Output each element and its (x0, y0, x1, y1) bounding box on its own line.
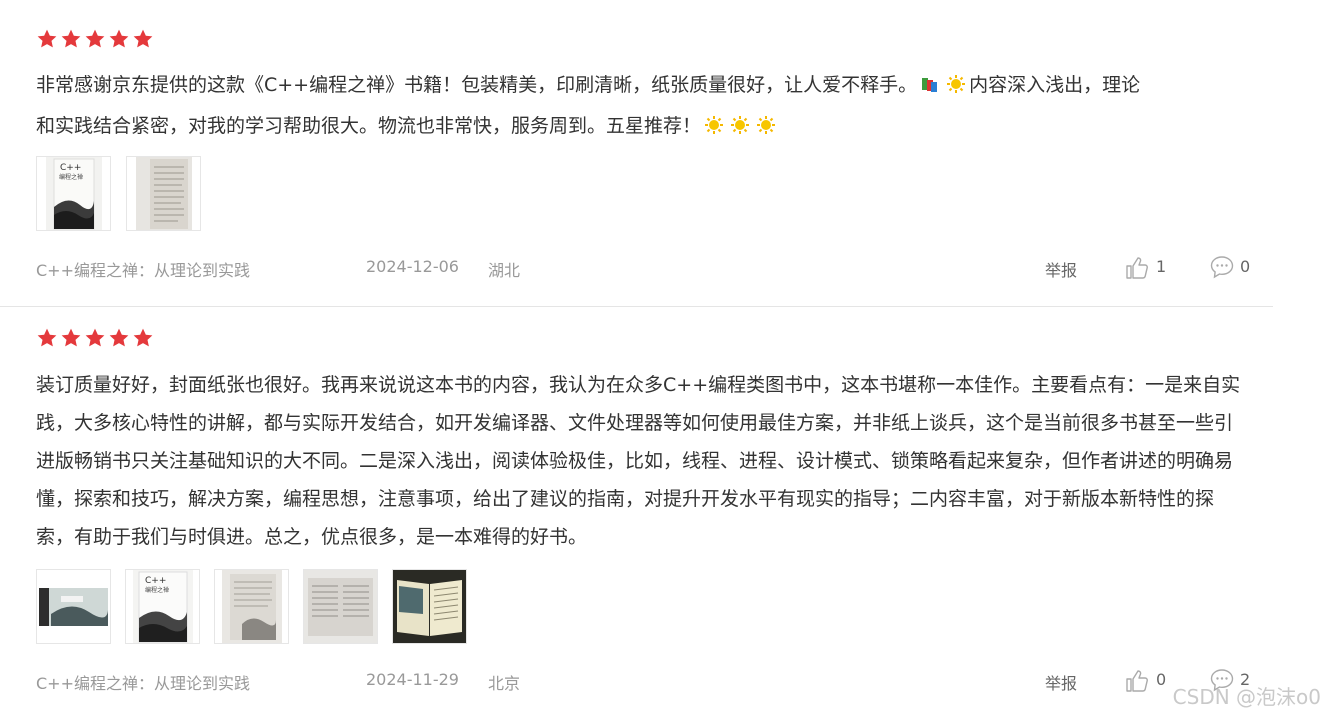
book-page-photo (221, 570, 282, 643)
sun-emoji-icon (730, 110, 750, 148)
review-photo-thumbnail[interactable] (126, 156, 201, 231)
star-icon (84, 28, 106, 50)
star-rating (36, 28, 154, 50)
review-text: 装订质量好好，封面纸张也很好。我再来说说这本书的内容，我认为在众多C++编程类图… (36, 374, 1241, 548)
review-item: 装订质量好好，封面纸张也很好。我再来说说这本书的内容，我认为在众多C++编程类图… (0, 307, 1273, 716)
review-photo-thumbnail[interactable] (392, 569, 467, 644)
thumbs-up-icon[interactable] (1124, 668, 1150, 698)
review-photo-thumbnail[interactable] (36, 569, 111, 644)
star-icon (132, 28, 154, 50)
like-count: 0 (1156, 670, 1167, 689)
book-cover-photo: C++ 编程之禅 (45, 157, 102, 230)
star-icon (108, 28, 130, 50)
csdn-watermark: CSDN @泡沫o0 (1172, 685, 1321, 709)
star-icon (60, 327, 82, 349)
like-count: 1 (1156, 257, 1167, 276)
book-page-photo (135, 157, 192, 230)
review-photos: C++ 编程之禅 (36, 569, 467, 644)
review-text-part: 非常感谢京东提供的这款《C++编程之禅》书籍！包装精美，印刷清晰，纸张质量很好，… (36, 74, 918, 96)
report-button[interactable]: 举报 (1045, 670, 1077, 694)
review-text: 非常感谢京东提供的这款《C++编程之禅》书籍！包装精美，印刷清晰，纸张质量很好，… (36, 66, 1258, 148)
star-icon (36, 28, 58, 50)
review-photo-thumbnail[interactable] (214, 569, 289, 644)
review-meta: C++编程之禅：从理论到实践 2024-11-29 北京 举报 0 2 (36, 669, 1273, 694)
review-meta: C++编程之禅：从理论到实践 2024-12-06 湖北 举报 1 0 (36, 254, 1273, 284)
report-button[interactable]: 举报 (1045, 257, 1077, 281)
sun-emoji-icon (704, 110, 724, 148)
product-name[interactable]: C++编程之禅：从理论到实践 (36, 670, 250, 694)
star-icon (36, 327, 58, 349)
star-rating (36, 327, 154, 349)
svg-text:C++: C++ (145, 576, 166, 586)
review-photo-thumbnail[interactable]: C++ 编程之禅 (36, 156, 111, 231)
sun-emoji-icon (756, 110, 776, 148)
sun-emoji-icon (946, 69, 966, 107)
review-photo-thumbnail[interactable]: C++ 编程之禅 (125, 569, 200, 644)
review-date: 2024-11-29 (366, 670, 459, 689)
review-date: 2024-12-06 (366, 257, 459, 276)
books-emoji-icon (920, 69, 940, 107)
review-item: 非常感谢京东提供的这款《C++编程之禅》书籍！包装精美，印刷清晰，纸张质量很好，… (0, 0, 1273, 307)
review-location: 北京 (488, 674, 521, 693)
svg-text:编程之禅: 编程之禅 (145, 586, 169, 594)
product-name[interactable]: C++编程之禅：从理论到实践 (36, 257, 250, 281)
book-spread-photo (37, 570, 110, 643)
star-icon (132, 327, 154, 349)
comment-icon[interactable] (1209, 254, 1235, 284)
review-text-part: 和实践结合紧密，对我的学习帮助很大。物流也非常快，服务周到。五星推荐！ (36, 115, 702, 137)
star-icon (108, 327, 130, 349)
review-photo-thumbnail[interactable] (303, 569, 378, 644)
book-page-photo (304, 570, 377, 643)
thumbs-up-icon[interactable] (1124, 255, 1150, 285)
book-open-photo (393, 570, 466, 643)
comment-count: 0 (1240, 257, 1251, 276)
star-icon (84, 327, 106, 349)
svg-text:C++: C++ (60, 163, 81, 173)
svg-text:编程之禅: 编程之禅 (59, 173, 83, 181)
review-photos: C++ 编程之禅 (36, 156, 201, 231)
review-location: 湖北 (488, 261, 521, 280)
book-cover-photo: C++ 编程之禅 (132, 570, 193, 643)
review-text-part: 内容深入浅出，理论 (969, 74, 1141, 96)
star-icon (60, 28, 82, 50)
